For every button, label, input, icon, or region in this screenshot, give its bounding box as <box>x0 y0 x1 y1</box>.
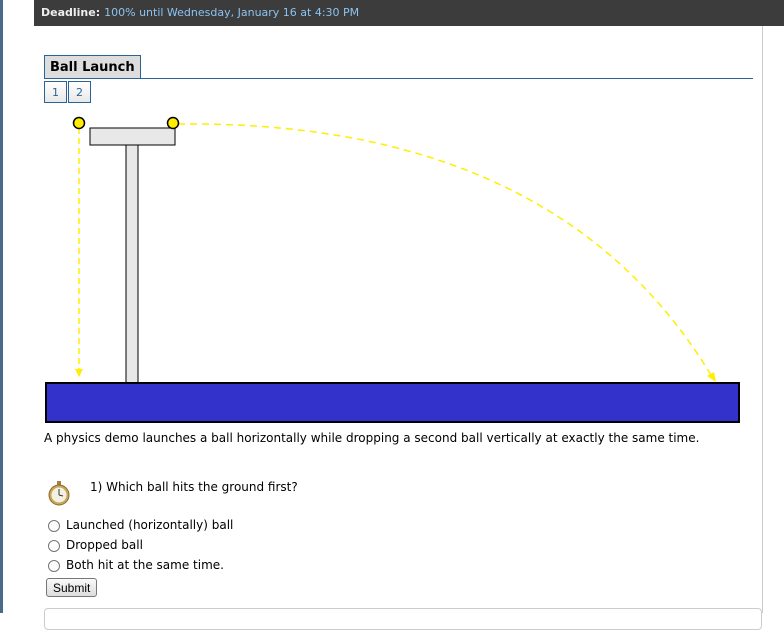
description: A physics demo launches a ball horizonta… <box>44 431 700 445</box>
launched-ball <box>166 116 180 130</box>
simulation-canvas <box>45 116 740 423</box>
stopwatch-icon <box>48 481 70 506</box>
launcher-post <box>125 144 139 384</box>
launcher-platform <box>89 127 176 146</box>
question-number: 1) <box>90 480 103 494</box>
question-text: Which ball hits the ground first? <box>106 480 298 494</box>
ground <box>45 382 740 423</box>
radio-launched[interactable] <box>48 519 60 532</box>
next-section-box <box>44 608 762 630</box>
launch-path <box>177 123 715 381</box>
drop-arrowhead <box>75 369 83 377</box>
option-launched[interactable]: Launched (horizontally) ball <box>48 518 233 532</box>
option-label: Both hit at the same time. <box>66 558 224 572</box>
dropped-ball <box>72 116 86 130</box>
radio-dropped[interactable] <box>48 539 60 552</box>
option-label: Dropped ball <box>66 538 143 552</box>
submit-button[interactable]: Submit <box>46 578 98 597</box>
option-label: Launched (horizontally) ball <box>66 518 234 532</box>
option-same-time[interactable]: Both hit at the same time. <box>48 558 224 572</box>
launch-arrowhead <box>707 372 716 382</box>
option-dropped[interactable]: Dropped ball <box>48 538 143 552</box>
radio-same-time[interactable] <box>48 559 60 572</box>
